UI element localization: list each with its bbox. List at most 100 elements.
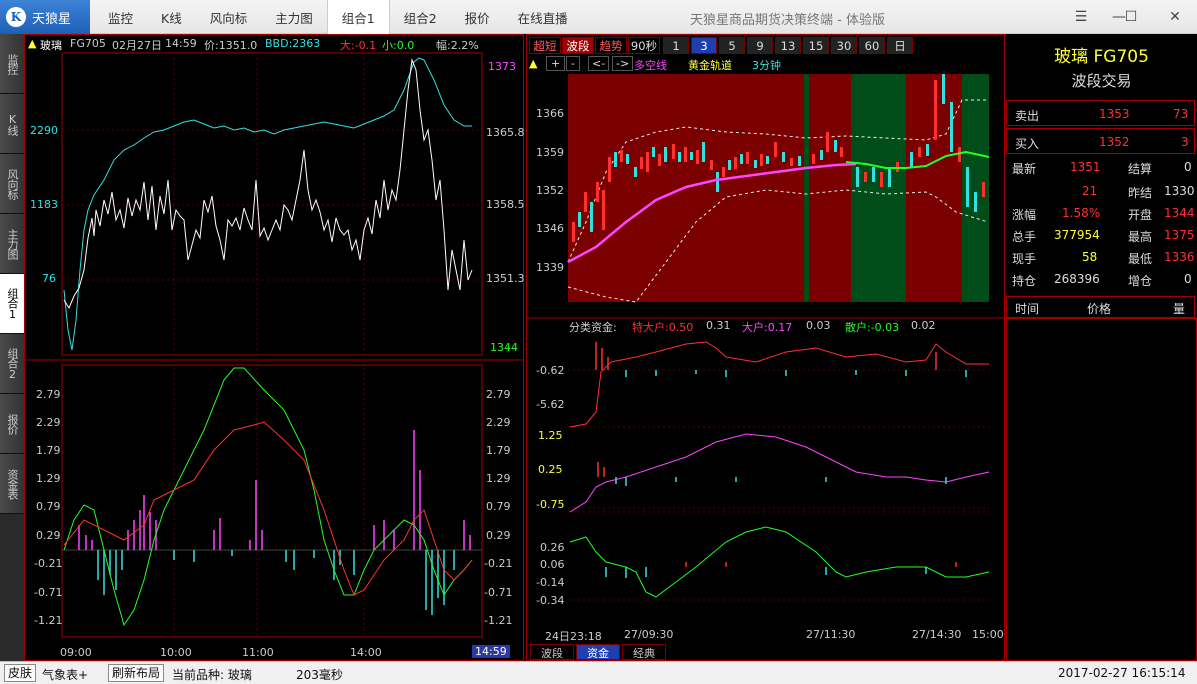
kline-price-label: 1366 <box>536 107 564 120</box>
fund-time-label: 15:00 <box>972 628 1004 641</box>
weather-link[interactable]: 气象表+ <box>42 666 88 683</box>
bottom-tab-swing[interactable]: 波段 <box>530 644 574 660</box>
vtab-quote[interactable]: 报价 <box>0 394 24 454</box>
quote-value: 0 <box>1184 160 1192 174</box>
sell-label: 卖出 <box>1015 109 1040 123</box>
menu-item-monitor[interactable]: 监控 <box>94 0 147 34</box>
time-axis-label: 14:00 <box>350 646 382 659</box>
indicator-period: 3分钟 <box>752 59 781 72</box>
vtab-combo1[interactable]: 组合1 <box>0 274 24 334</box>
col-time[interactable]: 时间 <box>1015 300 1039 317</box>
time-axis-label: 09:00 <box>60 646 92 659</box>
bottom-tab-fund[interactable]: 资金 <box>576 644 620 660</box>
left-header-arrow-icon: ▲ <box>28 37 37 50</box>
mode-ultrashort-button[interactable]: 超短 <box>529 37 561 54</box>
scroll-left-button[interactable]: <- <box>588 56 610 71</box>
bbd-line <box>63 57 472 351</box>
period-60-button[interactable]: 60 <box>859 37 885 54</box>
info-panel: 玻璃 FG705 波段交易 卖出 1353 73 买入 1352 3 最新 13… <box>1006 34 1197 661</box>
osc-axis-left: -0.71 <box>34 586 63 599</box>
quote-value: 268396 <box>1054 272 1100 286</box>
period-9-button[interactable]: 9 <box>747 37 773 54</box>
title-bar: K 天狼星 监控 K线 风向标 主力图 组合1 组合2 报价 在线直播 天狼星商… <box>0 0 1197 34</box>
buy-qty: 3 <box>1181 135 1189 149</box>
quote-value: 58 <box>1082 250 1098 264</box>
bottom-tab-classic[interactable]: 经典 <box>622 644 666 660</box>
left-header-time: 14:59 <box>165 37 197 50</box>
scroll-right-button[interactable]: -> <box>612 56 634 71</box>
fund-axis-label: -5.62 <box>536 398 565 411</box>
close-icon[interactable]: ✕ <box>1156 0 1194 34</box>
period-13-button[interactable]: 13 <box>775 37 801 54</box>
quote-label: 持仓 <box>1012 274 1037 288</box>
quote-row: 总手 377954 最高 1375 <box>1006 224 1195 246</box>
period-90s-button[interactable]: 90秒 <box>628 37 660 54</box>
kline-price-label: 1346 <box>536 222 564 235</box>
mode-swing-button[interactable]: 波段 <box>562 37 594 54</box>
zoom-up-icon[interactable]: ▲ <box>529 57 537 70</box>
price-axis-label: 1365.8 <box>486 126 525 139</box>
period-day-button[interactable]: 日 <box>887 37 913 54</box>
menu-item-combo1[interactable]: 组合1 <box>326 0 390 34</box>
quote-label: 最高 <box>1128 230 1153 244</box>
menu-item-live[interactable]: 在线直播 <box>504 0 582 34</box>
quote-label: 昨结 <box>1128 186 1153 200</box>
period-5-button[interactable]: 5 <box>719 37 745 54</box>
col-volume[interactable]: 量 <box>1173 300 1185 317</box>
mode-trend-button[interactable]: 趋势 <box>595 37 627 54</box>
osc-axis-left: 0.79 <box>36 500 61 513</box>
menu-item-combo2[interactable]: 组合2 <box>390 0 451 34</box>
bg-region-green <box>851 74 906 302</box>
indicator-golden-track: 黄金轨道 <box>688 59 732 72</box>
vtab-monitor[interactable]: 监控 <box>0 34 24 94</box>
menu-item-kline[interactable]: K线 <box>147 0 196 34</box>
osc-axis-right: 0.79 <box>486 500 511 513</box>
buy-row: 买入 1352 3 <box>1006 128 1195 154</box>
refresh-layout-button[interactable]: 刷新布局 <box>108 664 165 682</box>
datetime: 2017-02-27 16:15:14 <box>1058 666 1186 680</box>
quote-row: 21 昨结 1330 <box>1006 180 1195 202</box>
sell-price: 1353 <box>1099 107 1130 121</box>
vtab-wind[interactable]: 风向标 <box>0 154 24 214</box>
period-30-button[interactable]: 30 <box>831 37 857 54</box>
quote-label: 总手 <box>1012 230 1037 244</box>
maximize-icon[interactable]: ☐ <box>1112 0 1150 34</box>
osc-axis-left: 2.79 <box>36 388 61 401</box>
vtab-kline[interactable]: K线 <box>0 94 24 154</box>
skin-button[interactable]: 皮肤 <box>4 664 37 682</box>
menu-item-wind[interactable]: 风向标 <box>196 0 262 34</box>
fund-retail-line <box>569 526 990 598</box>
trades-list[interactable] <box>1006 318 1197 661</box>
vtab-main-chart[interactable]: 主力图 <box>0 214 24 274</box>
menu-icon[interactable]: ☰ <box>1062 0 1100 34</box>
period-1-button[interactable]: 1 <box>663 37 689 54</box>
fund-header-special: 特大户:0.50 <box>632 321 694 334</box>
menu-item-quote[interactable]: 报价 <box>451 0 504 34</box>
vtab-fund-table[interactable]: 资金表 <box>0 454 24 514</box>
col-price[interactable]: 价格 <box>1087 300 1111 317</box>
fund-time-label: 27/09:30 <box>624 628 674 641</box>
osc-axis-right: 1.79 <box>486 444 511 457</box>
left-tab-bar: 监控 K线 风向标 主力图 组合1 组合2 报价 资金表 <box>0 34 24 661</box>
zoom-in-button[interactable]: + <box>546 56 566 71</box>
left-header-bbd: BBD:2363 <box>265 37 321 50</box>
quote-label: 涨幅 <box>1012 208 1037 222</box>
vtab-combo2[interactable]: 组合2 <box>0 334 24 394</box>
osc-green-line <box>63 367 473 627</box>
buy-label: 买入 <box>1015 137 1040 151</box>
fund-header-title: 分类资金: <box>569 321 617 334</box>
osc-axis-left: 0.29 <box>36 529 61 542</box>
period-15-button[interactable]: 15 <box>803 37 829 54</box>
app-logo[interactable]: K 天狼星 <box>0 0 90 34</box>
logo-text: 天狼星 <box>32 11 72 27</box>
menu-item-main-chart[interactable]: 主力图 <box>261 0 327 34</box>
period-3-button[interactable]: 3 <box>691 37 717 54</box>
quote-row: 现手 58 最低 1336 <box>1006 246 1195 268</box>
fund-time-label: 27/14:30 <box>912 628 962 641</box>
fund-axis-label: -0.75 <box>536 498 565 511</box>
quote-value: 0 <box>1184 272 1192 286</box>
quote-value: 1336 <box>1164 250 1195 264</box>
current-product: 当前品种: 玻璃 <box>172 668 252 682</box>
fund-histogram <box>595 342 967 578</box>
zoom-out-button[interactable]: - <box>566 56 580 71</box>
